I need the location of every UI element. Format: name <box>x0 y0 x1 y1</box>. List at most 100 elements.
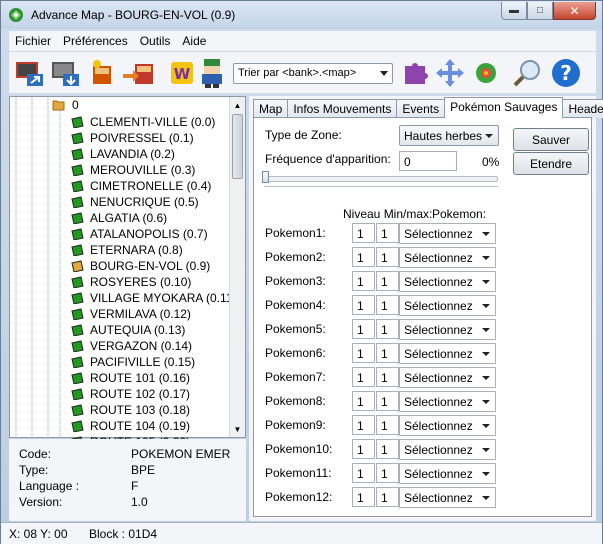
level-max-input[interactable]: 1 <box>376 391 399 411</box>
tree-map-item[interactable]: MEROUVILLE (0.3) <box>70 162 195 178</box>
tree-map-item[interactable]: ETERNARA (0.8) <box>70 242 183 258</box>
level-min-input[interactable]: 1 <box>352 319 375 339</box>
pokemon-select[interactable]: Sélectionnez <box>399 247 496 268</box>
pokemon-select[interactable]: Sélectionnez <box>399 487 496 508</box>
pokemon-select[interactable]: Sélectionnez <box>399 463 496 484</box>
level-max-input[interactable]: 1 <box>376 463 399 483</box>
status-bar: X: 08 Y: 00 Block : 01D4 <box>1 522 602 544</box>
pokemon-select[interactable]: Sélectionnez <box>399 295 496 316</box>
tab-header[interactable]: Header <box>562 99 603 118</box>
tree-map-item[interactable]: ALGATIA (0.6) <box>70 210 167 226</box>
close-button[interactable]: ✕ <box>553 2 596 20</box>
level-min-value: 1 <box>357 347 364 361</box>
level-min-value: 1 <box>357 443 364 457</box>
tree-map-item[interactable]: VERMILAVA (0.12) <box>70 306 191 322</box>
level-min-input[interactable]: 1 <box>352 271 375 291</box>
level-min-input[interactable]: 1 <box>352 343 375 363</box>
level-min-input[interactable]: 1 <box>352 415 375 435</box>
trainer-editor-icon[interactable] <box>195 56 229 90</box>
tree-map-item[interactable]: PACIFIVILLE (0.15) <box>70 354 195 370</box>
title-bar[interactable]: Advance Map - BOURG-EN-VOL (0.9) ▬ □ ✕ <box>1 1 602 29</box>
maximize-icon: □ <box>536 5 544 16</box>
level-min-input[interactable]: 1 <box>352 295 375 315</box>
tree-map-item[interactable]: ROUTE 103 (0.18) <box>70 402 190 418</box>
map-tree[interactable]: 0 CLEMENTI-VILLE (0.0) POIVRESSEL (0.1) LA… <box>9 96 246 449</box>
tree-map-item[interactable]: POIVRESSEL (0.1) <box>70 130 194 146</box>
level-max-input[interactable]: 1 <box>376 295 399 315</box>
move-arrows-icon[interactable] <box>433 56 467 90</box>
open-rom-icon[interactable] <box>13 56 47 90</box>
tree-map-item[interactable]: VERGAZON (0.14) <box>70 338 192 354</box>
help-icon[interactable]: ? <box>549 56 583 90</box>
extend-button[interactable]: Etendre <box>513 152 589 175</box>
tree-map-item[interactable]: CLEMENTI-VILLE (0.0) <box>70 114 215 130</box>
tree-scrollbar[interactable]: ▲ ▼ <box>229 97 245 437</box>
menu-aide[interactable]: Aide <box>176 34 212 48</box>
tab-pokemon-sauvages[interactable]: Pokémon Sauvages <box>444 97 564 118</box>
pokemon-select[interactable]: Sélectionnez <box>399 391 496 412</box>
tab-map[interactable]: Map <box>253 99 289 118</box>
level-max-input[interactable]: 1 <box>376 487 399 507</box>
level-max-input[interactable]: 1 <box>376 319 399 339</box>
tree-map-item[interactable]: CIMETRONELLE (0.4) <box>70 178 211 194</box>
level-max-input[interactable]: 1 <box>376 415 399 435</box>
tree-map-item[interactable]: BOURG-EN-VOL (0.9) <box>70 258 210 274</box>
pokemon-select[interactable]: Sélectionnez <box>399 343 496 364</box>
tree-root-node[interactable]: 0 <box>52 98 79 112</box>
pokemon-select[interactable]: Sélectionnez <box>399 415 496 436</box>
minimize-button[interactable]: ▬ <box>501 2 527 20</box>
maximize-button[interactable]: □ <box>527 2 553 20</box>
tree-map-item[interactable]: ATALANOPOLIS (0.7) <box>70 226 208 242</box>
puzzle-icon[interactable] <box>399 56 433 90</box>
pokemon-select[interactable]: Sélectionnez <box>399 271 496 292</box>
tree-map-item[interactable]: LAVANDIA (0.2) <box>70 146 175 162</box>
tab-events[interactable]: Events <box>396 99 446 118</box>
scroll-thumb[interactable] <box>232 114 243 179</box>
level-min-input[interactable]: 1 <box>352 487 375 507</box>
level-max-input[interactable]: 1 <box>376 271 399 291</box>
scroll-up-button[interactable]: ▲ <box>230 97 245 113</box>
import-map-icon[interactable] <box>121 56 155 90</box>
scroll-down-button[interactable]: ▼ <box>230 421 245 437</box>
level-max-input[interactable]: 1 <box>376 439 399 459</box>
frequency-slider-track[interactable] <box>264 176 498 182</box>
level-min-input[interactable]: 1 <box>352 439 375 459</box>
level-min-input[interactable]: 1 <box>352 223 375 243</box>
zone-type-select[interactable]: Hautes herbes <box>399 125 499 146</box>
tree-map-item[interactable]: VILLAGE MYOKARA (0.11) <box>70 290 237 306</box>
new-map-icon[interactable] <box>89 56 123 90</box>
menu-fichier[interactable]: Fichier <box>9 34 57 48</box>
level-max-input[interactable]: 1 <box>376 367 399 387</box>
level-min-input[interactable]: 1 <box>352 247 375 267</box>
frequency-slider-thumb[interactable] <box>262 171 269 183</box>
pokemon-select[interactable]: Sélectionnez <box>399 367 496 388</box>
search-icon[interactable] <box>511 56 545 90</box>
menu-preferences[interactable]: Préférences <box>57 34 134 48</box>
save-button[interactable]: Sauver <box>513 128 589 151</box>
level-min-input[interactable]: 1 <box>352 463 375 483</box>
save-rom-icon[interactable] <box>49 56 83 90</box>
tree-map-item[interactable]: ROUTE 102 (0.17) <box>70 386 190 402</box>
level-max-value: 1 <box>381 299 388 313</box>
pokemon-select[interactable]: Sélectionnez <box>399 223 496 244</box>
tab-infos-mouvements[interactable]: Infos Mouvements <box>287 99 398 118</box>
tree-map-item[interactable]: ROUTE 101 (0.16) <box>70 370 190 386</box>
level-max-input[interactable]: 1 <box>376 223 399 243</box>
frequency-input[interactable]: 0 <box>399 151 457 171</box>
sort-select[interactable]: Trier par <bank>.<map> <box>233 63 393 84</box>
tree-map-item[interactable]: ROUTE 104 (0.19) <box>70 418 190 434</box>
wild-pokemon-icon[interactable] <box>469 56 503 90</box>
pokemon-select[interactable]: Sélectionnez <box>399 319 496 340</box>
level-min-input[interactable]: 1 <box>352 391 375 411</box>
level-min-value: 1 <box>357 323 364 337</box>
tree-map-label: BOURG-EN-VOL (0.9) <box>90 259 211 273</box>
level-max-input[interactable]: 1 <box>376 247 399 267</box>
tree-map-item[interactable]: AUTEQUIA (0.13) <box>70 322 185 338</box>
menu-outils[interactable]: Outils <box>134 34 177 48</box>
tree-map-item[interactable]: ROSYERES (0.10) <box>70 274 191 290</box>
pokemon-select[interactable]: Sélectionnez <box>399 439 496 460</box>
level-min-input[interactable]: 1 <box>352 367 375 387</box>
level-max-input[interactable]: 1 <box>376 343 399 363</box>
tree-map-item[interactable]: NENUCRIQUE (0.5) <box>70 194 199 210</box>
zone-type-label: Type de Zone: <box>265 128 342 142</box>
